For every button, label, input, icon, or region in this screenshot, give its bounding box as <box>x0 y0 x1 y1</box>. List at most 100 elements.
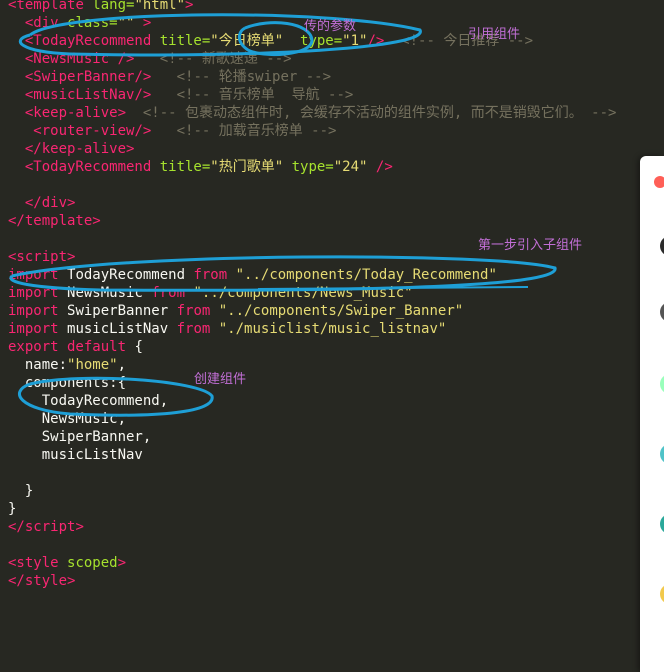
code-token: <keep-alive <box>24 105 118 121</box>
avatar[interactable] <box>660 236 664 256</box>
code-token: from <box>151 285 194 301</box>
window-close-dot[interactable] <box>654 176 664 188</box>
code-line[interactable]: import TodayRecommend from "../component… <box>8 266 497 284</box>
code-line[interactable]: NewsMusic, <box>8 410 126 428</box>
code-token: import <box>8 321 68 337</box>
side-window-panel[interactable] <box>640 156 664 672</box>
code-token: from <box>176 303 219 319</box>
code-token: /> <box>117 51 135 67</box>
code-token: <!-- 新歌速递 --> <box>134 51 292 67</box>
code-token: </template <box>8 213 93 229</box>
avatar[interactable] <box>660 444 664 464</box>
code-token: from <box>176 321 219 337</box>
code-line[interactable]: </script> <box>8 518 84 536</box>
code-line[interactable]: } <box>8 500 16 518</box>
avatar[interactable] <box>660 374 664 394</box>
code-token: } <box>8 501 17 517</box>
code-line[interactable]: <style scoped> <box>8 554 126 572</box>
code-token: "24" <box>333 159 368 175</box>
code-line[interactable]: import musicListNav from "./musiclist/mu… <box>8 320 446 338</box>
code-line[interactable]: <SwiperBanner/> <!-- 轮播swiper --> <box>8 68 331 86</box>
code-line[interactable]: <script> <box>8 248 75 266</box>
code-token: NewsMusic <box>67 285 152 301</box>
code-token: lang= <box>92 0 135 13</box>
code-line[interactable]: <keep-alive> <!-- 包裹动态组件时, 会缓存不活动的组件实例, … <box>8 104 617 122</box>
code-token: SwiperBanner, <box>8 429 152 445</box>
avatar[interactable] <box>660 514 664 534</box>
code-line[interactable]: </keep-alive> <box>8 140 135 158</box>
code-token: "./musiclist/music_listnav" <box>218 321 447 337</box>
code-line[interactable]: <NewsMusic /> <!-- 新歌速递 --> <box>8 50 292 68</box>
avatar[interactable] <box>660 584 664 604</box>
code-line[interactable]: SwiperBanner, <box>8 428 152 446</box>
code-token: <style <box>8 555 68 571</box>
code-line[interactable]: import NewsMusic from "../components/New… <box>8 284 413 302</box>
code-token: /> <box>134 123 152 139</box>
code-line[interactable]: <TodayRecommend title="今日榜单" type="1"/> … <box>8 32 533 50</box>
code-line[interactable]: musicListNav <box>8 446 143 464</box>
code-token: template <box>16 0 93 13</box>
code-token: export default <box>8 339 135 355</box>
code-token: import <box>8 303 68 319</box>
code-token: name: <box>8 357 68 373</box>
code-token: > <box>75 519 84 535</box>
code-token: "../components/Swiper_Banner" <box>218 303 464 319</box>
avatar[interactable] <box>660 302 664 322</box>
code-line[interactable]: components:{ <box>8 374 126 392</box>
code-token: scoped <box>67 555 118 571</box>
code-token: TodayRecommend <box>67 267 194 283</box>
code-token: > <box>92 213 101 229</box>
code-line[interactable]: <div class="" > <box>8 14 151 32</box>
code-token: </keep-alive <box>24 141 127 157</box>
code-token: <!-- 今日推荐 --> <box>384 33 534 49</box>
code-token: musicListNav <box>8 447 143 463</box>
code-token: <script <box>8 249 68 265</box>
code-line[interactable]: </style> <box>8 572 75 590</box>
code-token: /> <box>134 69 152 85</box>
code-token: /> <box>367 159 393 175</box>
code-line[interactable]: export default { <box>8 338 143 356</box>
code-token: > <box>67 195 76 211</box>
code-token: "1" <box>342 33 368 49</box>
code-token: > <box>117 555 127 571</box>
code-line[interactable]: import SwiperBanner from "../components/… <box>8 302 463 320</box>
code-line[interactable]: TodayRecommend, <box>8 392 168 410</box>
code-line[interactable]: name:"home", <box>8 356 126 374</box>
code-line[interactable]: </template> <box>8 212 101 230</box>
code-token: <musicListNav <box>24 87 135 103</box>
code-token: import <box>8 267 68 283</box>
code-token: title= <box>159 159 211 175</box>
code-line[interactable]: </div> <box>8 194 76 212</box>
code-token: "../components/Today_Recommend" <box>235 267 497 283</box>
code-token: "" <box>117 15 135 31</box>
code-token: </script <box>8 519 76 535</box>
code-token: > <box>67 249 76 265</box>
code-token: <SwiperBanner <box>24 69 135 85</box>
code-token: <div <box>24 15 68 31</box>
code-line[interactable]: <TodayRecommend title="热门歌单" type="24" /… <box>8 158 393 176</box>
code-token: components:{ <box>8 375 127 391</box>
code-token: </div <box>24 195 68 211</box>
code-token: class= <box>67 15 118 31</box>
code-token: > <box>126 141 135 157</box>
code-line[interactable]: } <box>8 482 33 500</box>
code-line[interactable]: <musicListNav/> <!-- 音乐榜单 导航 --> <box>8 86 353 104</box>
code-token: import <box>8 285 68 301</box>
code-editor[interactable]: <template lang="html"> <div class="" > <… <box>0 0 640 672</box>
code-token: "home" <box>67 357 118 373</box>
code-token: <TodayRecommend <box>24 159 160 175</box>
code-token: /> <box>134 87 152 103</box>
code-token: "今日榜单" <box>210 33 284 49</box>
code-token: </style <box>8 573 68 589</box>
code-token: type= <box>300 33 343 49</box>
code-line[interactable]: <router-view/> <!-- 加载音乐榜单 --> <box>8 122 336 140</box>
code-line[interactable]: <template lang="html"> <box>8 0 193 14</box>
code-token: "html" <box>134 0 186 13</box>
